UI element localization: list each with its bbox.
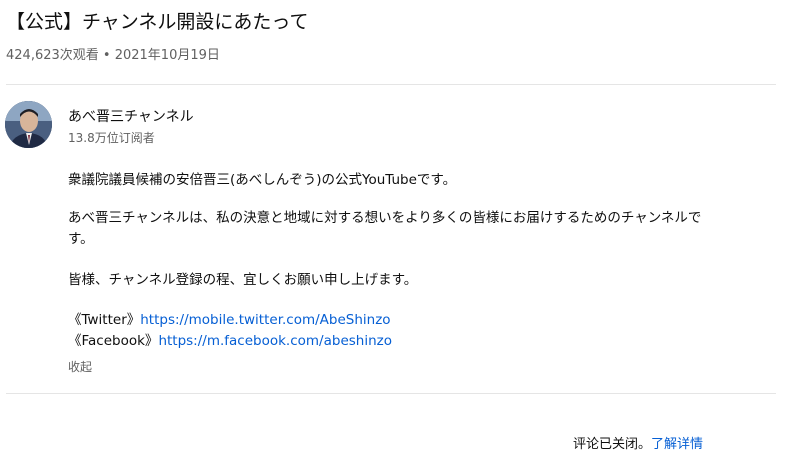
twitter-link[interactable]: https://mobile.twitter.com/AbeShinzo [140, 312, 390, 328]
comments-disabled-notice: 评论已关闭。了解详情 [573, 436, 703, 454]
upload-date: 2021年10月19日 [114, 48, 220, 63]
bottom-divider [6, 393, 776, 394]
video-title: 【公式】チャンネル開設にあたって [6, 11, 309, 33]
facebook-label: 《Facebook》 [68, 333, 159, 349]
comments-status: 评论已关闭。 [573, 437, 652, 452]
twitter-label: 《Twitter》 [68, 312, 141, 328]
show-less-button[interactable]: 收起 [68, 359, 92, 375]
facebook-link[interactable]: https://m.facebook.com/abeshinzo [158, 333, 392, 349]
subscriber-count: 13.8万位订阅者 [68, 131, 155, 145]
meta-separator: • [102, 48, 111, 63]
channel-name[interactable]: あべ晋三チャンネル [68, 107, 194, 127]
description-line: 皆様、チャンネル登録の程、宜しくお願い申し上げます。 [68, 272, 418, 288]
avatar-photo-icon [5, 101, 52, 148]
facebook-link-row: 《Facebook》https://m.facebook.com/abeshin… [68, 331, 392, 352]
learn-more-link[interactable]: 了解详情 [651, 437, 703, 452]
twitter-link-row: 《Twitter》https://mobile.twitter.com/AbeS… [68, 310, 391, 331]
description-line: 衆議院議員候補の安倍晋三(あべしんぞう)の公式YouTubeです。 [68, 172, 457, 188]
description-paragraph: あべ晋三チャンネルは、私の決意と地域に対する想いをより多くの皆様にお届けするため… [68, 210, 702, 247]
top-divider [6, 84, 776, 85]
video-meta: 424,623次观看 • 2021年10月19日 [6, 47, 220, 65]
channel-avatar[interactable] [5, 101, 52, 148]
view-count: 424,623次观看 [6, 48, 99, 63]
